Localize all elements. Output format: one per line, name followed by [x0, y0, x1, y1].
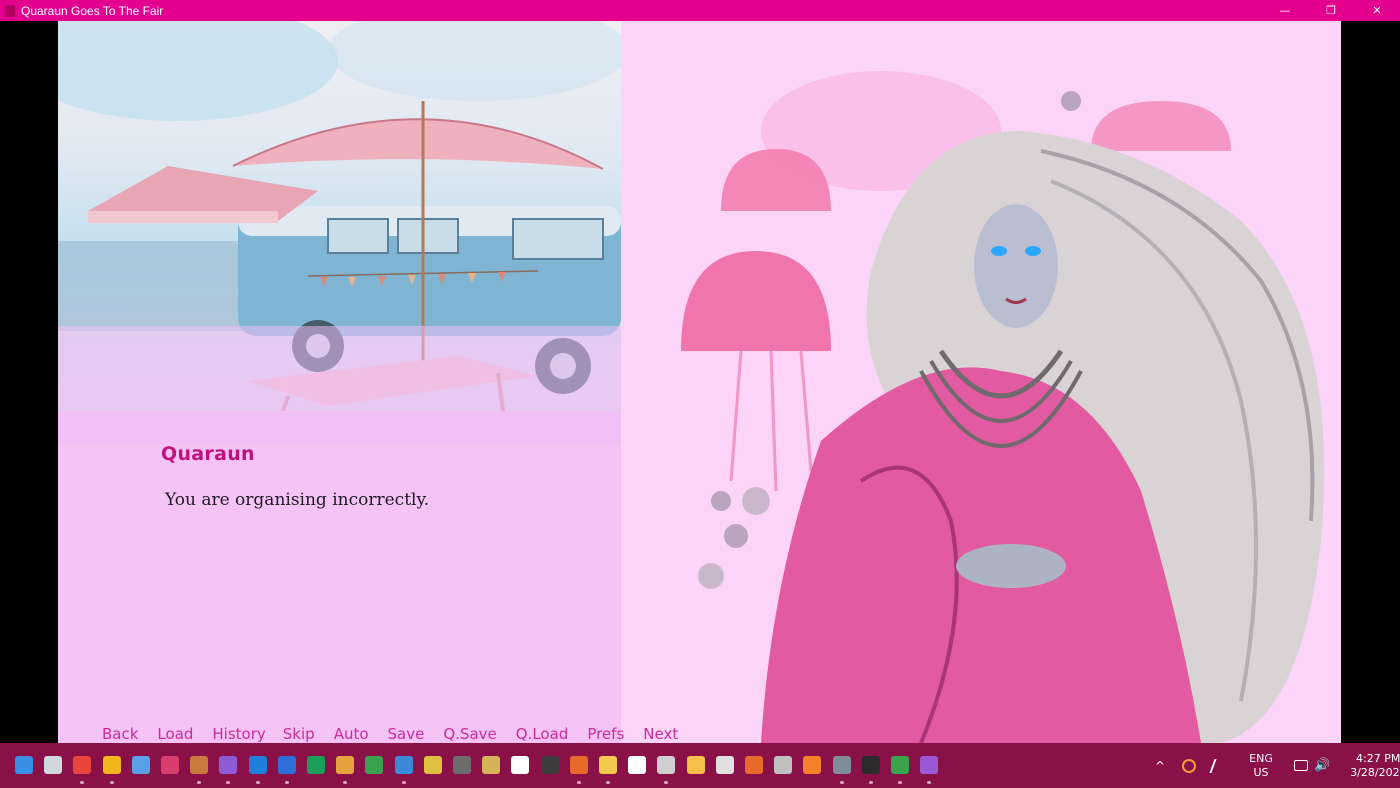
running-indicator: [110, 781, 114, 784]
clipboard-icon[interactable]: [511, 756, 529, 774]
sync-icon[interactable]: [1182, 758, 1196, 773]
running-indicator: [840, 781, 844, 784]
save-button[interactable]: Save: [388, 725, 425, 743]
running-indicator: [577, 781, 581, 784]
start-icon[interactable]: [15, 756, 33, 774]
play-icon[interactable]: [862, 756, 880, 774]
mail-icon[interactable]: [132, 756, 150, 774]
app-icon[interactable]: [716, 756, 734, 774]
terminal-icon[interactable]: [307, 756, 325, 774]
running-indicator: [898, 781, 902, 784]
chrome-icon[interactable]: [103, 756, 121, 774]
running-indicator: [402, 781, 406, 784]
blender-icon[interactable]: [803, 756, 821, 774]
terminal-icon[interactable]: [541, 756, 559, 774]
clock-time: 4:27 PM: [1356, 751, 1400, 765]
maximize-button[interactable]: ❐: [1308, 0, 1354, 21]
skip-button[interactable]: Skip: [283, 725, 315, 743]
quick-save-button[interactable]: Q.Save: [443, 725, 496, 743]
running-indicator: [343, 781, 347, 784]
clock-date: 3/28/2026: [1350, 765, 1400, 779]
app-icon[interactable]: [395, 756, 413, 774]
running-indicator: [664, 781, 668, 784]
running-indicator: [927, 781, 931, 784]
image-icon[interactable]: [891, 756, 909, 774]
close-button[interactable]: ✕: [1354, 0, 1400, 21]
task-view-icon[interactable]: [44, 756, 62, 774]
network-icon[interactable]: [1294, 760, 1308, 771]
running-indicator: [256, 781, 260, 784]
app-icon[interactable]: [570, 756, 588, 774]
running-indicator: [80, 781, 84, 784]
window-titlebar: Quaraun Goes To The Fair — ❐ ✕: [0, 0, 1400, 21]
volume-icon[interactable]: 🔊: [1314, 758, 1330, 773]
chevron-up-icon[interactable]: ^: [1152, 759, 1168, 773]
vscode-icon[interactable]: [249, 756, 267, 774]
pen-icon[interactable]: [1209, 758, 1229, 773]
next-button[interactable]: Next: [643, 725, 678, 743]
game-icon[interactable]: [219, 756, 237, 774]
running-indicator: [226, 781, 230, 784]
system-tray: ^ ENG US 🔊 4:27 PM 3/28/2026: [1152, 743, 1400, 788]
file-icon[interactable]: [628, 756, 646, 774]
character-sprite: [621, 21, 1341, 743]
quick-load-button[interactable]: Q.Load: [516, 725, 569, 743]
prefs-button[interactable]: Prefs: [587, 725, 624, 743]
app-icon[interactable]: [453, 756, 471, 774]
folder-icon[interactable]: [599, 756, 617, 774]
history-button[interactable]: History: [212, 725, 265, 743]
game-viewport[interactable]: Quaraun You are organising incorrectly. …: [58, 21, 1341, 743]
running-indicator: [606, 781, 610, 784]
textbox-fade-overlay: [58, 326, 621, 444]
app-icon[interactable]: [745, 756, 763, 774]
quick-menu: Back Load History Skip Auto Save Q.Save …: [102, 725, 678, 743]
app-icon[interactable]: [774, 756, 792, 774]
window-title: Quaraun Goes To The Fair: [21, 3, 164, 18]
app-icon[interactable]: [365, 756, 383, 774]
dialogue-text: You are organising incorrectly.: [165, 490, 430, 510]
settings-icon[interactable]: [833, 756, 851, 774]
running-indicator: [285, 781, 289, 784]
windows-taskbar: ^ ENG US 🔊 4:27 PM 3/28/2026: [0, 743, 1400, 788]
game-icon[interactable]: [190, 756, 208, 774]
app-icon[interactable]: [336, 756, 354, 774]
speaker-name: Quaraun: [161, 443, 255, 465]
document-icon[interactable]: [278, 756, 296, 774]
clock[interactable]: 4:27 PM 3/28/2026: [1350, 752, 1400, 780]
chatgpt-icon[interactable]: [657, 756, 675, 774]
running-indicator: [197, 781, 201, 784]
auto-button[interactable]: Auto: [334, 725, 369, 743]
media-icon[interactable]: [920, 756, 938, 774]
back-button[interactable]: Back: [102, 725, 138, 743]
load-button[interactable]: Load: [157, 725, 193, 743]
chrome-icon[interactable]: [73, 756, 91, 774]
app-icon[interactable]: [161, 756, 179, 774]
running-indicator: [869, 781, 873, 784]
pencil-icon[interactable]: [424, 756, 442, 774]
minimize-button[interactable]: —: [1262, 0, 1308, 21]
hand-icon[interactable]: [687, 756, 705, 774]
language-indicator[interactable]: ENG US: [1248, 752, 1274, 780]
app-icon: [5, 4, 15, 17]
app-icon[interactable]: [482, 756, 500, 774]
